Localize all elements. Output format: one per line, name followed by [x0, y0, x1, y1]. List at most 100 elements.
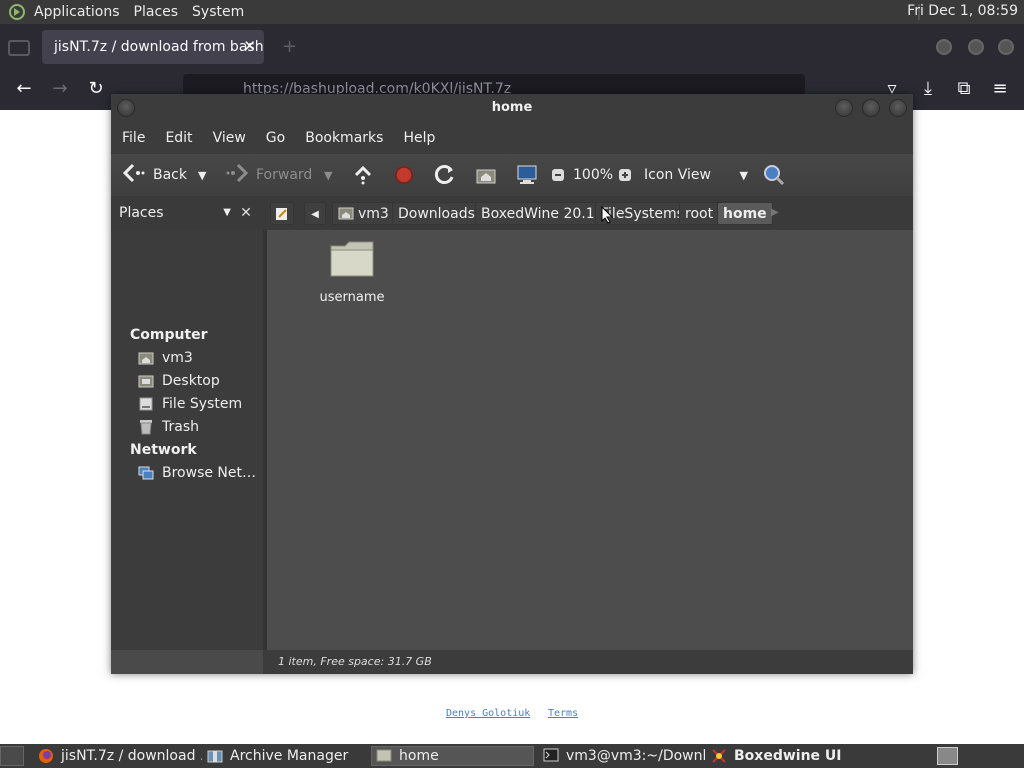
sidebar-item-browse-network[interactable]: Browse Net… — [138, 465, 256, 481]
menu-bookmarks[interactable]: Bookmarks — [305, 130, 383, 146]
back-arrow-icon — [122, 163, 145, 188]
show-desktop-icon[interactable] — [0, 746, 24, 766]
window-title: home — [491, 100, 533, 115]
zoom-out-icon[interactable] — [551, 154, 565, 196]
close-sidebar-icon[interactable]: ✕ — [235, 201, 257, 225]
minimize-icon[interactable] — [835, 99, 853, 117]
taskbar-item-firefox[interactable]: jisNT.7z / download … — [38, 746, 202, 766]
location-bar: Places ▼ ✕ ◀ vm3 Downloads BoxedWine 20.… — [111, 196, 913, 230]
view-mode-dropdown-icon: ▼ — [739, 168, 748, 182]
folder-icon — [376, 748, 392, 764]
zoom-level: 100% — [573, 167, 614, 183]
back-button[interactable]: Back — [122, 154, 187, 196]
wine-icon — [711, 748, 727, 764]
taskbar-item-boxedwine[interactable]: Boxedwine UI — [711, 746, 871, 766]
close-icon[interactable] — [889, 99, 907, 117]
home-folder-icon — [138, 350, 154, 366]
maximize-icon[interactable] — [862, 99, 880, 117]
status-bar: 1 item, Free space: 31.7 GB — [263, 650, 913, 674]
taskbar-item-home[interactable]: home — [371, 746, 534, 766]
applications-menu[interactable]: Applications — [34, 4, 120, 20]
extensions-icon[interactable]: ⧉ — [953, 78, 975, 100]
folder-icon — [329, 241, 375, 284]
back-arrow-icon[interactable]: ← — [13, 78, 35, 100]
crumb-scroll-right-icon[interactable]: ▶ — [771, 207, 779, 218]
drive-icon — [138, 396, 154, 412]
tab-list-icon[interactable] — [8, 40, 30, 56]
menubar: File Edit View Go Bookmarks Help — [111, 122, 913, 154]
sidebar-type-select[interactable]: Places ▼ — [115, 201, 235, 225]
sidebar-heading-computer: Computer — [130, 327, 208, 343]
browser-tab-bar: jisNT.7z / download from bashu ✕ + — [0, 24, 1024, 68]
breadcrumb-root[interactable]: root — [679, 202, 720, 225]
places-sidebar: Computer vm3 Desktop File System Trash N… — [111, 230, 263, 650]
distro-logo-icon[interactable] — [6, 1, 28, 23]
sidebar-item-vm3[interactable]: vm3 — [138, 350, 193, 366]
clock[interactable]: Fri Dec 1, 08:59 — [907, 3, 1018, 19]
trash-icon — [138, 419, 154, 435]
sidebar-item-desktop[interactable]: Desktop — [138, 373, 220, 389]
taskbar-item-terminal[interactable]: vm3@vm3:~/Downl… — [543, 746, 705, 766]
hamburger-menu-icon[interactable]: ≡ — [989, 78, 1011, 100]
bottom-taskbar: jisNT.7z / download … Archive Manager ho… — [0, 744, 1024, 768]
breadcrumb-boxedwine[interactable]: BoxedWine 20.1.2 — [475, 202, 614, 225]
downloads-icon[interactable]: ⤓ — [917, 78, 939, 100]
list-item[interactable]: username — [307, 240, 397, 305]
stop-icon[interactable] — [394, 154, 414, 196]
crumb-scroll-left-icon[interactable]: ◀ — [304, 202, 326, 225]
archive-icon — [207, 748, 223, 764]
chevron-down-icon: ▼ — [223, 207, 231, 218]
menu-view[interactable]: View — [213, 130, 246, 146]
sidebar-item-filesystem[interactable]: File System — [138, 396, 242, 412]
toggle-location-entry-icon[interactable] — [270, 202, 294, 225]
places-menu[interactable]: Places — [134, 4, 179, 20]
sidebar-item-trash[interactable]: Trash — [138, 419, 199, 435]
menu-file[interactable]: File — [122, 130, 145, 146]
mouse-cursor-icon — [601, 205, 614, 228]
folder-name: username — [319, 290, 385, 305]
forward-arrow-icon — [226, 163, 249, 188]
up-arrow-icon[interactable] — [353, 154, 373, 196]
firefox-icon — [38, 748, 54, 764]
forward-history-dropdown-icon[interactable]: ▼ — [324, 154, 332, 196]
breadcrumb-downloads[interactable]: Downloads — [392, 202, 481, 225]
zoom-in-icon[interactable] — [618, 154, 632, 196]
menu-help[interactable]: Help — [403, 130, 435, 146]
computer-icon[interactable] — [516, 154, 538, 196]
close-window-icon[interactable] — [998, 39, 1014, 55]
browser-tab-title: jisNT.7z / download from bashu — [54, 39, 264, 55]
browser-tab[interactable]: jisNT.7z / download from bashu ✕ — [42, 30, 264, 64]
search-icon[interactable] — [762, 154, 786, 196]
file-view[interactable]: username — [267, 230, 913, 650]
close-tab-icon[interactable]: ✕ — [243, 37, 256, 55]
forward-button[interactable]: Forward — [226, 154, 312, 196]
desktop-folder-icon — [138, 373, 154, 389]
view-mode-label: Icon View — [644, 167, 711, 183]
top-panel: Applications Places System Fri Dec 1, 08… — [0, 0, 1024, 24]
menu-edit[interactable]: Edit — [165, 130, 192, 146]
breadcrumb-home[interactable]: home — [717, 202, 773, 225]
menu-go[interactable]: Go — [266, 130, 285, 146]
breadcrumb-vm3[interactable]: vm3 — [332, 202, 395, 225]
window-menu-icon[interactable] — [117, 99, 135, 117]
taskbar-item-archive-manager[interactable]: Archive Manager — [207, 746, 367, 766]
reload-icon[interactable] — [434, 154, 456, 196]
reload-icon[interactable]: ↻ — [85, 78, 107, 100]
network-icon — [138, 465, 154, 481]
file-manager-window: home File Edit View Go Bookmarks Help Ba… — [111, 94, 913, 674]
back-history-dropdown-icon[interactable]: ▼ — [198, 154, 206, 196]
footer-link-author[interactable]: Denys Golotiuk — [446, 708, 530, 719]
home-folder-icon[interactable] — [475, 154, 497, 196]
forward-arrow-icon[interactable]: → — [49, 78, 71, 100]
window-titlebar[interactable]: home — [111, 94, 913, 122]
workspace-switcher[interactable] — [937, 747, 958, 765]
view-mode-select[interactable]: Icon View ▼ — [644, 154, 748, 196]
sidebar-heading-network: Network — [130, 442, 197, 458]
minimize-window-icon[interactable] — [936, 39, 952, 55]
maximize-window-icon[interactable] — [968, 39, 984, 55]
new-tab-icon[interactable]: + — [282, 36, 297, 57]
toolbar: Back ▼ Forward ▼ 100% Icon View ▼ — [111, 154, 913, 196]
footer-link-terms[interactable]: Terms — [548, 708, 578, 719]
system-menu[interactable]: System — [192, 4, 244, 20]
terminal-icon — [543, 748, 559, 764]
